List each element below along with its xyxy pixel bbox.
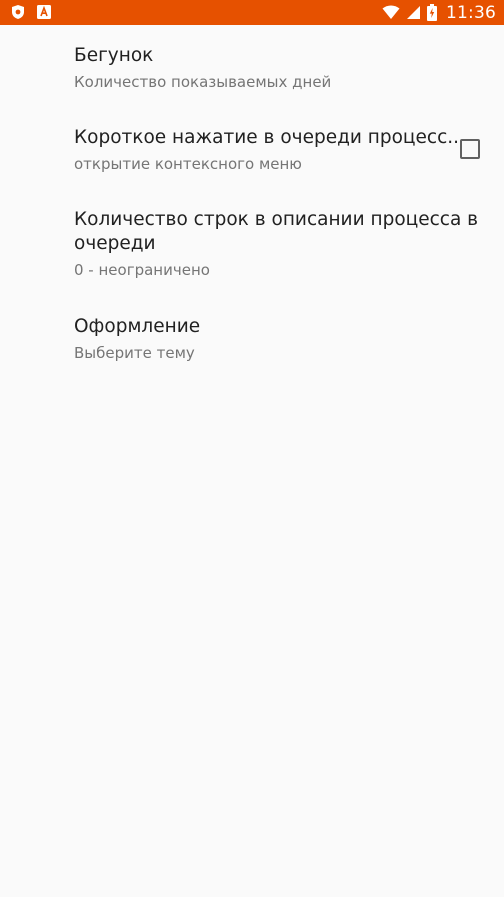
pref-summary: Выберите тему [74,344,195,362]
cellular-signal-icon [406,5,421,20]
battery-charging-icon [427,4,437,21]
pref-title: Количество строк в описании процесса в о… [74,209,479,254]
pref-title: Бегунок [74,45,154,66]
pref-item-description-lines[interactable]: Количество строк в описании процесса в о… [74,208,478,280]
pref-summary: 0 - неограничено [74,261,210,279]
shield-app-icon [10,4,26,20]
status-bar: 11:36 [0,0,504,25]
pref-item-theme[interactable]: Оформление Выберите тему [74,315,474,363]
pref-item-slider[interactable]: Бегунок Количество показываемых дней [74,44,474,92]
font-app-icon [36,4,52,20]
status-time: 11:36 [446,2,496,23]
short-press-checkbox[interactable] [460,139,480,159]
pref-summary: Количество показываемых дней [74,73,332,91]
pref-title: Короткое нажатие в очереди процесс.. [74,127,460,148]
pref-summary: открытие контексного меню [74,155,302,173]
pref-item-short-press[interactable]: Короткое нажатие в очереди процесс.. отк… [74,126,474,174]
pref-title: Оформление [74,316,201,337]
wifi-icon [382,5,400,20]
